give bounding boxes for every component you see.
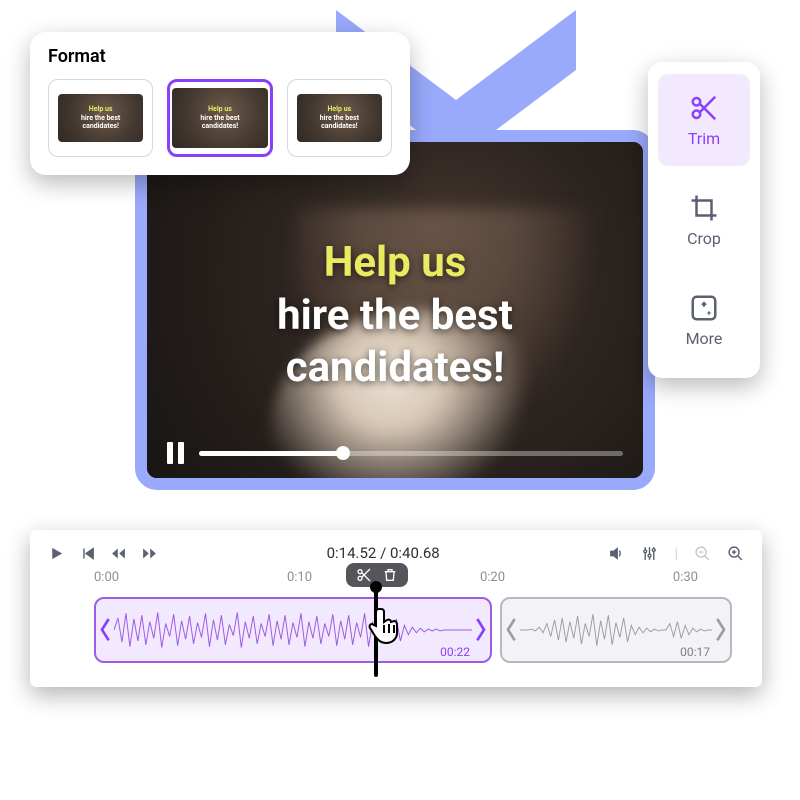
video-caption-line2: hire the best xyxy=(147,290,643,343)
more-button[interactable]: More xyxy=(658,274,750,366)
video-progress-track[interactable] xyxy=(199,451,623,456)
trim-label: Trim xyxy=(688,129,720,148)
video-controls xyxy=(147,442,643,464)
skip-back-icon[interactable] xyxy=(79,545,96,562)
tick-0: 0:00 xyxy=(94,570,119,585)
waveform-1 xyxy=(114,605,472,655)
clip-handle-left[interactable] xyxy=(98,599,114,661)
volume-icon[interactable] xyxy=(608,545,625,562)
zoom-in-icon[interactable] xyxy=(727,545,744,562)
pointer-cursor-icon xyxy=(368,605,404,645)
scissors-icon xyxy=(689,93,719,123)
trash-icon[interactable] xyxy=(382,567,398,583)
format-option-portrait[interactable]: Help us hire the best candidates! xyxy=(287,79,392,157)
video-progress-handle[interactable] xyxy=(336,446,350,460)
zoom-out-icon[interactable] xyxy=(694,545,711,562)
clip2-handle-left[interactable] xyxy=(504,599,520,661)
scissors-small-icon[interactable] xyxy=(356,567,372,583)
timeline-time: 0:14.52 / 0:40.68 xyxy=(327,544,440,562)
video-caption-line3: candidates! xyxy=(147,342,643,395)
tick-3: 0:30 xyxy=(673,570,698,585)
tick-1: 0:10 xyxy=(287,570,312,585)
rewind-icon[interactable] xyxy=(110,545,127,562)
format-option-landscape[interactable]: Help us hire the best candidates! xyxy=(167,79,272,157)
clip2-duration: 00:17 xyxy=(680,645,710,659)
clip-handle-right[interactable] xyxy=(472,599,488,661)
fast-forward-icon[interactable] xyxy=(141,545,158,562)
clip-2[interactable]: 00:17 xyxy=(500,597,732,663)
timeline-panel: 0:14.52 / 0:40.68 | 0:00 0:10 0:20 0:30 xyxy=(30,530,762,687)
video-player: Help us hire the best candidates! xyxy=(135,130,655,490)
sparkle-icon xyxy=(689,293,719,323)
timeline-tracks[interactable]: 00:22 00:17 xyxy=(94,591,744,671)
tick-2: 0:20 xyxy=(480,570,505,585)
tools-panel: Trim Crop More xyxy=(648,62,760,378)
play-icon[interactable] xyxy=(48,545,65,562)
crop-button[interactable]: Crop xyxy=(658,174,750,266)
more-label: More xyxy=(686,329,723,348)
pause-icon[interactable] xyxy=(167,442,185,464)
equalizer-icon[interactable] xyxy=(641,545,658,562)
format-option-square[interactable]: Help us hire the best candidates! xyxy=(48,79,153,157)
video-caption-line1: Help us xyxy=(147,237,643,290)
clip-1[interactable]: 00:22 xyxy=(94,597,492,663)
format-title: Format xyxy=(48,46,392,67)
crop-label: Crop xyxy=(687,229,721,248)
trim-button[interactable]: Trim xyxy=(658,74,750,166)
clip2-handle-right[interactable] xyxy=(712,599,728,661)
clip1-duration: 00:22 xyxy=(440,645,470,659)
current-time: 0:14.52 xyxy=(327,544,377,562)
video-progress-fill xyxy=(199,451,343,456)
total-time: 0:40.68 xyxy=(390,544,440,562)
format-panel: Format Help us hire the best candidates!… xyxy=(30,32,410,175)
crop-icon xyxy=(689,193,719,223)
video-caption: Help us hire the best candidates! xyxy=(147,237,643,395)
